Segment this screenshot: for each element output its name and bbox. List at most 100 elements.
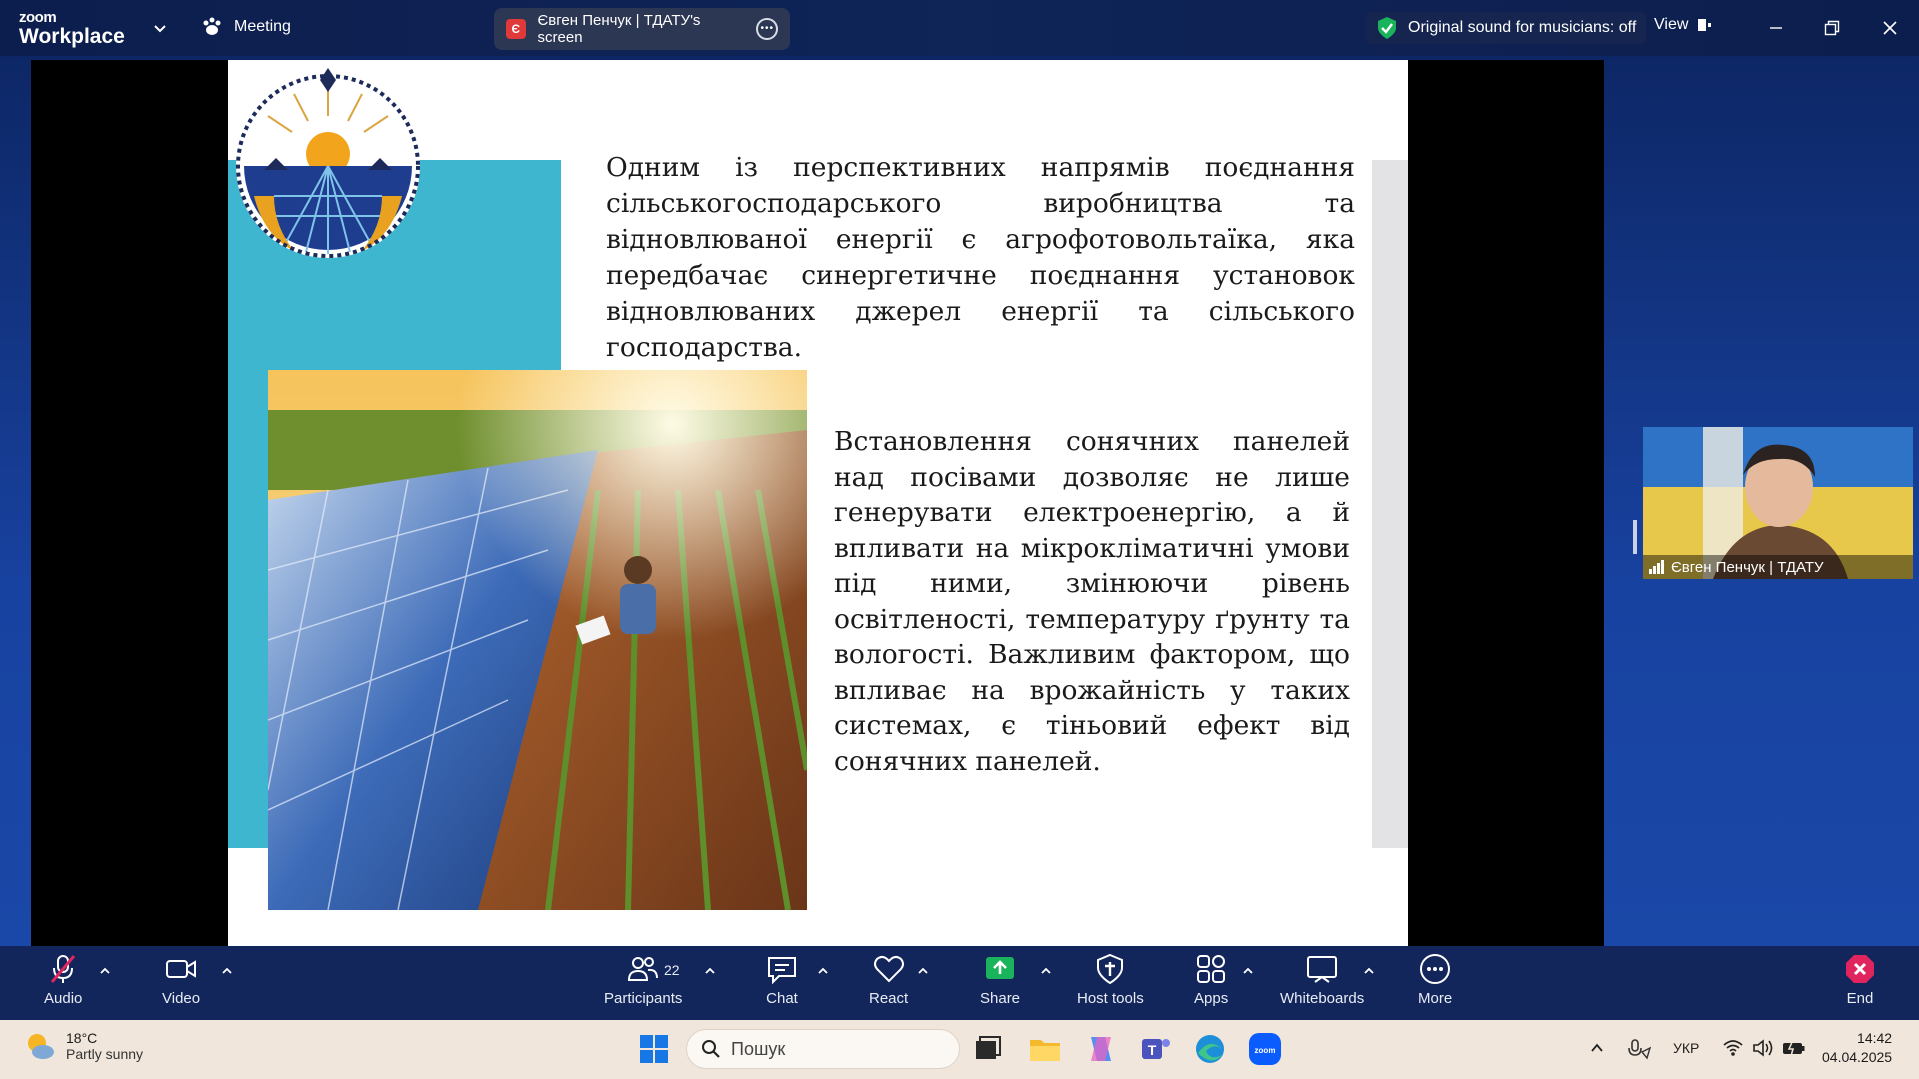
apps-button[interactable]: Apps: [1194, 952, 1228, 1007]
apps-grid-icon: [1197, 955, 1226, 983]
logo-workplace-text: Workplace: [19, 25, 125, 48]
weather-temperature: 18°C: [66, 1030, 98, 1046]
participants-count-badge: 22: [664, 962, 680, 978]
share-label: Євген Пенчук | ТДАТУ's screen: [537, 12, 701, 46]
zoom-app-icon[interactable]: zoom: [1247, 1031, 1283, 1067]
participants-label: Participants: [604, 990, 683, 1007]
meeting-toolbar: Audio Video Participants Chat React Shar…: [0, 946, 1919, 1020]
chat-label: Chat: [766, 990, 798, 1007]
share-options-caret-icon[interactable]: [1039, 964, 1053, 978]
chevron-down-icon[interactable]: [150, 18, 170, 38]
end-label: End: [1846, 990, 1874, 1007]
panel-resize-handle[interactable]: [1633, 520, 1637, 554]
windows-start-icon[interactable]: [636, 1031, 672, 1067]
original-sound-status[interactable]: Original sound for musicians: off: [1366, 12, 1647, 44]
svg-text:zoom: zoom: [1255, 1046, 1276, 1055]
view-layout-icon: [1698, 19, 1712, 31]
host-tools-button[interactable]: Host tools: [1077, 952, 1144, 1007]
input-language-indicator[interactable]: УКР: [1673, 1040, 1699, 1056]
share-label: Share: [980, 990, 1021, 1007]
edge-browser-icon[interactable]: [1192, 1031, 1228, 1067]
close-button[interactable]: [1876, 14, 1904, 42]
audio-options-caret-icon[interactable]: [98, 964, 112, 978]
paw-icon: [203, 17, 221, 35]
restore-icon: [1824, 20, 1840, 36]
chat-options-caret-icon[interactable]: [816, 964, 830, 978]
show-hidden-icons-chevron-icon[interactable]: [1589, 1040, 1605, 1056]
host-shield-icon: [1097, 953, 1124, 985]
more-dots-icon: [1420, 954, 1451, 984]
more-label: More: [1418, 990, 1453, 1007]
battery-charging-icon[interactable]: [1782, 1038, 1806, 1058]
search-icon: [702, 1040, 720, 1058]
audio-label: Audio: [44, 990, 83, 1007]
logo-zoom-text: zoom: [19, 9, 57, 26]
task-view-icon[interactable]: [970, 1031, 1006, 1067]
speaker-volume-icon[interactable]: [1752, 1038, 1774, 1058]
agro-emblem-logo: [236, 68, 420, 258]
meeting-menu[interactable]: Meeting: [200, 15, 291, 39]
apps-options-caret-icon[interactable]: [1241, 964, 1255, 978]
more-options-icon[interactable]: •••: [756, 18, 778, 40]
system-clock[interactable]: 14:42 04.04.2025: [1822, 1029, 1892, 1067]
partly-sunny-icon: [28, 1034, 54, 1059]
chat-bubble-icon: [768, 957, 796, 985]
whiteboards-label: Whiteboards: [1280, 990, 1365, 1007]
participant-video-tile[interactable]: Євген Пенчук | ТДАТУ: [1643, 427, 1913, 579]
more-button[interactable]: More: [1418, 952, 1452, 1007]
clock-date: 04.04.2025: [1822, 1049, 1893, 1065]
chat-button[interactable]: Chat: [765, 952, 799, 1007]
participants-button[interactable]: Participants: [604, 952, 682, 1007]
participant-name-bar: Євген Пенчук | ТДАТУ: [1643, 555, 1913, 579]
signal-strength-icon: [1649, 560, 1664, 574]
participants-options-caret-icon[interactable]: [703, 964, 717, 978]
windows-taskbar: 18°C Partly sunny Пошук T zoom УКР 14:42…: [0, 1020, 1919, 1079]
host-tools-label: Host tools: [1077, 990, 1144, 1007]
end-meeting-icon: [1846, 955, 1874, 983]
share-screen-icon: [986, 957, 1015, 979]
zoom-title-bar: zoom Workplace Meeting Є Євген Пенчук | …: [0, 0, 1919, 56]
view-label: View: [1654, 16, 1689, 33]
microphone-in-use-icon[interactable]: [1626, 1038, 1652, 1060]
meeting-label: Meeting: [234, 18, 291, 35]
minimize-button[interactable]: [1762, 14, 1790, 42]
weather-widget[interactable]: 18°C Partly sunny: [24, 1030, 143, 1062]
participants-icon: [628, 957, 659, 981]
sharer-avatar-badge: Є: [506, 19, 526, 39]
video-options-caret-icon[interactable]: [220, 964, 234, 978]
whiteboards-button[interactable]: Whiteboards: [1280, 952, 1364, 1007]
weather-description: Partly sunny: [66, 1046, 144, 1062]
participant-name: Євген Пенчук | ТДАТУ: [1671, 558, 1824, 576]
video-camera-icon: [166, 960, 197, 978]
taskbar-search-box[interactable]: Пошук: [686, 1029, 960, 1069]
view-button[interactable]: View: [1654, 16, 1712, 34]
presentation-slide: Одним із перспективних напрямів поєднанн…: [228, 60, 1408, 946]
video-button[interactable]: Video: [162, 952, 200, 1007]
teams-icon[interactable]: T: [1138, 1031, 1174, 1067]
copilot-icon[interactable]: [1083, 1031, 1119, 1067]
search-placeholder: Пошук: [731, 1038, 786, 1059]
screen-share-indicator[interactable]: Є Євген Пенчук | ТДАТУ's screen •••: [494, 8, 790, 50]
react-label: React: [869, 990, 909, 1007]
whiteboard-icon: [1307, 956, 1338, 983]
end-button[interactable]: End: [1843, 952, 1877, 1007]
slide-paragraph-2: Встановлення сонячних панелей над посіва…: [834, 426, 1350, 777]
original-sound-label: Original sound for musicians: off: [1408, 19, 1637, 36]
video-label: Video: [162, 990, 201, 1007]
share-button[interactable]: Share: [980, 952, 1020, 1007]
whiteboards-options-caret-icon[interactable]: [1362, 964, 1376, 978]
shield-check-icon: [1378, 17, 1396, 39]
wifi-icon[interactable]: [1722, 1038, 1744, 1058]
slide-gray-strip: [1372, 160, 1408, 848]
file-explorer-icon[interactable]: [1027, 1031, 1063, 1067]
apps-label: Apps: [1194, 990, 1229, 1007]
react-options-caret-icon[interactable]: [916, 964, 930, 978]
audio-button[interactable]: Audio: [44, 952, 82, 1007]
react-button[interactable]: React: [869, 952, 908, 1007]
restore-button[interactable]: [1818, 14, 1846, 42]
slide-paragraph-1: Одним із перспективних напрямів поєднанн…: [606, 152, 1355, 363]
zoom-workplace-logo: zoom Workplace: [19, 10, 125, 47]
heart-icon: [873, 955, 904, 983]
svg-text:T: T: [1148, 1042, 1157, 1058]
solar-field-photo: [268, 370, 807, 910]
